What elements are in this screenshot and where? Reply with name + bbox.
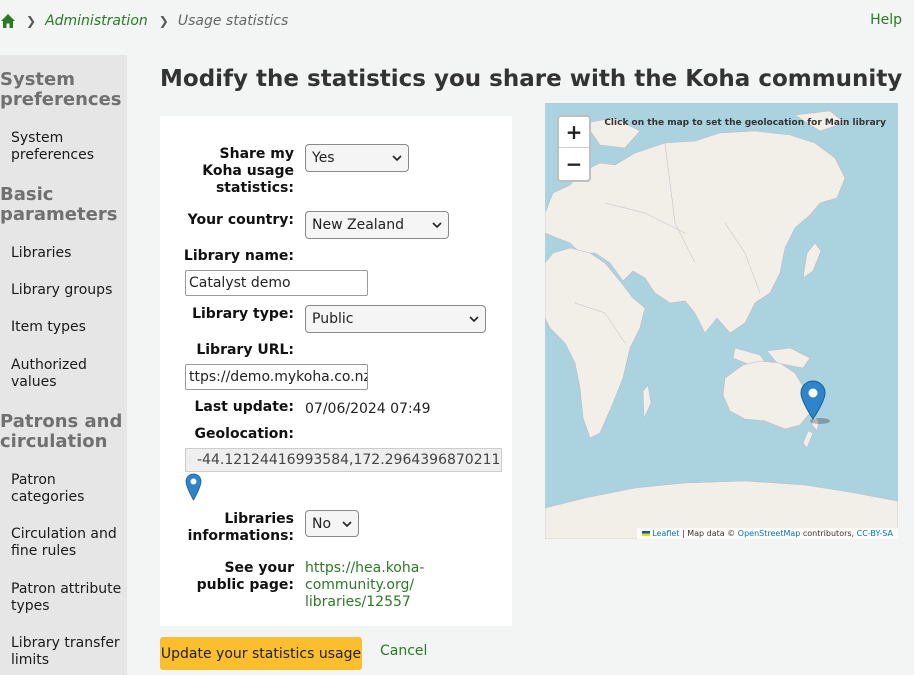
attribution-contrib: contributors, bbox=[802, 529, 855, 538]
libraries-info-select[interactable]: No bbox=[305, 510, 359, 537]
last-update-label: Last update: bbox=[194, 399, 294, 415]
country-select[interactable]: New Zealand bbox=[305, 211, 449, 239]
library-name-label: Library name: bbox=[183, 248, 294, 264]
public-page-link-line: https://hea.koha- bbox=[305, 560, 425, 576]
zoom-in-button[interactable]: + bbox=[559, 117, 589, 148]
breadcrumb-current: Usage statistics bbox=[177, 13, 289, 29]
zoom-out-button[interactable]: − bbox=[559, 148, 589, 179]
country-label: Your country: bbox=[187, 212, 294, 228]
home-icon[interactable] bbox=[0, 13, 16, 29]
public-page-link-line: libraries/12557 bbox=[305, 594, 411, 610]
last-update-value: 07/06/2024 07:49 bbox=[305, 401, 431, 417]
breadcrumb-administration[interactable]: Administration bbox=[45, 13, 148, 29]
share-select-value: Yes bbox=[312, 150, 335, 166]
public-page-link[interactable]: https://hea.koha- community.org/ librari… bbox=[305, 560, 445, 611]
library-type-label: Library type: bbox=[192, 306, 294, 322]
libraries-info-label: Libraries informations: bbox=[187, 511, 294, 544]
sidebar-heading-patrons-circulation: Patrons and circulation bbox=[0, 411, 123, 452]
sidebar-item-patron-attribute-types[interactable]: Patron attribute types bbox=[0, 581, 122, 615]
libraries-info-value: No bbox=[312, 515, 332, 532]
cancel-link[interactable]: Cancel bbox=[380, 643, 427, 659]
geolocation-input: -44.12124416993584,172.29643968702112 bbox=[185, 448, 502, 472]
chevron-right-icon: ❯ bbox=[158, 14, 169, 28]
library-type-value: Public bbox=[312, 311, 354, 327]
sidebar-item-libraries[interactable]: Libraries bbox=[0, 245, 71, 262]
library-type-select[interactable]: Public bbox=[305, 305, 486, 333]
map-hint: Click on the map to set the geolocation … bbox=[604, 118, 886, 128]
country-select-value: New Zealand bbox=[312, 217, 404, 233]
geolocation-map[interactable]: + − Click on the map to set the geolocat… bbox=[545, 103, 898, 539]
chevron-down-icon bbox=[432, 222, 442, 229]
sidebar-item-library-transfer-limits[interactable]: Library transfer limits bbox=[0, 635, 120, 669]
library-url-label: Library URL: bbox=[196, 342, 294, 358]
library-url-input[interactable]: ttps://demo.mykoha.co.nz bbox=[185, 364, 368, 390]
chevron-down-icon bbox=[392, 155, 402, 162]
sidebar-item-patron-categories[interactable]: Patron categories bbox=[0, 472, 100, 506]
osm-link[interactable]: OpenStreetMap bbox=[738, 529, 801, 538]
location-marker-icon[interactable] bbox=[799, 379, 833, 425]
geolocation-label: Geolocation: bbox=[194, 426, 294, 442]
leaflet-link[interactable]: Leaflet bbox=[652, 529, 679, 538]
map-attribution: Leaflet | Map data © OpenStreetMap contr… bbox=[637, 528, 898, 539]
sidebar: System preferences System preferences Ba… bbox=[0, 55, 127, 675]
chevron-down-icon bbox=[342, 520, 352, 527]
map-pin-icon bbox=[185, 473, 202, 501]
chevron-down-icon bbox=[469, 316, 479, 323]
sidebar-item-authorized-values[interactable]: Authorized values bbox=[0, 357, 100, 391]
sidebar-item-library-groups[interactable]: Library groups bbox=[0, 282, 112, 299]
help-link[interactable]: Help bbox=[870, 12, 902, 28]
chevron-right-icon: ❯ bbox=[26, 14, 37, 28]
share-select[interactable]: Yes bbox=[305, 144, 409, 172]
share-label: Share my Koha usage statistics: bbox=[202, 146, 294, 196]
sidebar-heading-basic-parameters: Basic parameters bbox=[0, 184, 118, 225]
public-page-label: See your public page: bbox=[196, 560, 294, 593]
public-page-link-line: community.org/ bbox=[305, 577, 415, 593]
sidebar-item-item-types[interactable]: Item types bbox=[0, 319, 86, 336]
stats-form: Share my Koha usage statistics: Yes Your… bbox=[160, 116, 512, 626]
library-name-input[interactable]: Catalyst demo bbox=[185, 270, 368, 296]
sidebar-heading-system-preferences: System preferences bbox=[0, 69, 122, 110]
ukraine-flag-icon bbox=[642, 531, 651, 536]
update-statistics-button[interactable]: Update your statistics usage bbox=[160, 637, 362, 670]
geolocation-value: -44.12124416993584,172.29643968702112 bbox=[197, 452, 502, 468]
page-title: Modify the statistics you share with the… bbox=[160, 66, 903, 92]
breadcrumb: ❯ Administration ❯ Usage statistics bbox=[0, 10, 288, 32]
attribution-text: | Map data © bbox=[682, 529, 736, 538]
sidebar-item-system-preferences[interactable]: System preferences bbox=[0, 130, 110, 164]
zoom-control: + − bbox=[557, 115, 591, 182]
world-map[interactable] bbox=[545, 103, 898, 539]
sidebar-item-circulation-rules[interactable]: Circulation and fine rules bbox=[0, 526, 125, 560]
license-link[interactable]: CC-BY-SA bbox=[857, 529, 893, 538]
